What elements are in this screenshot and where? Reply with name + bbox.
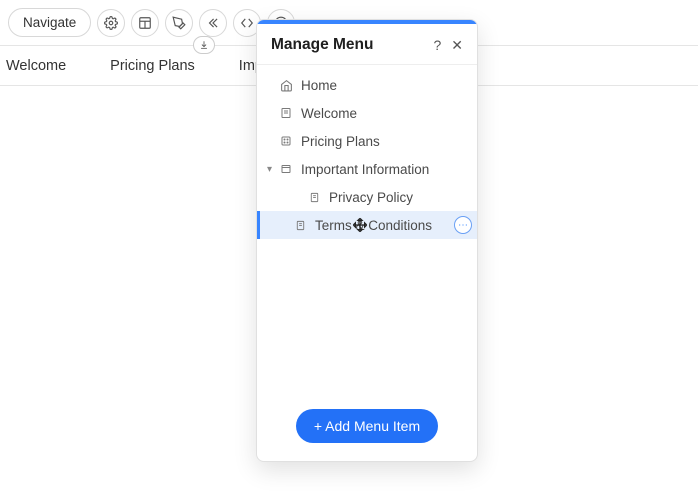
menu-item-label: Pricing Plans [301,134,380,149]
tab-pricing[interactable]: Pricing Plans [110,58,195,74]
layout-icon[interactable] [131,9,159,37]
panel-title: Manage Menu [271,36,373,54]
menu-item-label: Important Information [301,162,429,177]
more-icon[interactable]: ⋯ [454,216,472,234]
manage-menu-panel: Manage Menu ? ✕ Home Welcome Pricing Pla… [256,19,478,462]
menu-item-label: Terms & Conditions [315,218,432,233]
menu-item-terms[interactable]: Terms & Conditions ⋯ [257,211,477,239]
tab-welcome[interactable]: Welcome [6,58,66,74]
page-icon [307,192,321,203]
menu-list: Home Welcome Pricing Plans ▾ Important I… [257,65,477,395]
brush-icon[interactable] [165,9,193,37]
menu-item-important[interactable]: ▾ Important Information [257,155,477,183]
navigate-button[interactable]: Navigate [8,8,91,37]
panel-header: Manage Menu ? ✕ [257,24,477,64]
chevron-down-icon[interactable]: ▾ [267,164,272,175]
menu-item-home[interactable]: Home [257,71,477,99]
folder-icon [279,163,293,175]
menu-item-welcome[interactable]: Welcome [257,99,477,127]
home-icon [279,79,293,92]
page-icon [279,107,293,119]
page-icon [279,135,293,147]
menu-item-label: Home [301,78,337,93]
close-icon[interactable]: ✕ [451,37,463,54]
animation-icon[interactable] [199,9,227,37]
menu-item-label: Welcome [301,106,357,121]
menu-item-privacy[interactable]: Privacy Policy [257,183,477,211]
menu-item-pricing[interactable]: Pricing Plans [257,127,477,155]
page-icon [293,220,307,231]
add-menu-item-button[interactable]: + Add Menu Item [296,409,438,443]
panel-footer: + Add Menu Item [257,395,477,461]
panel-help-icon[interactable]: ? [433,37,441,54]
gear-icon[interactable] [97,9,125,37]
menu-item-label: Privacy Policy [329,190,413,205]
download-icon[interactable] [193,36,215,54]
